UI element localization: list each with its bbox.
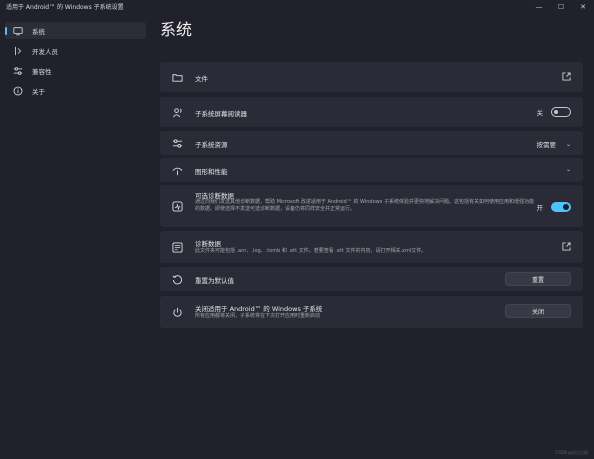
diagnostic-data-description: 此文件夹可能包括 .anr、.log、.tomb 和 .ett 文件。若要查看 … xyxy=(195,248,427,254)
shutdown-control: 关闭 xyxy=(505,304,571,318)
files-label: 文件 xyxy=(195,75,208,83)
minimize-button[interactable]: — xyxy=(528,0,550,13)
sidebar-item-label: 关于 xyxy=(32,87,45,96)
power-icon xyxy=(171,306,183,318)
monitor-icon xyxy=(12,25,24,37)
sidebar-item-system[interactable]: 系统 xyxy=(5,22,146,39)
diagnostics-icon xyxy=(171,200,183,212)
toggle-knob xyxy=(554,110,558,114)
screen-reader-icon xyxy=(171,106,183,118)
reset-icon xyxy=(171,273,183,285)
screen-reader-label: 子系统屏幕阅读器 xyxy=(195,110,247,118)
chevron-down-icon: ⌄ xyxy=(565,166,571,173)
sidebar-item-compatibility[interactable]: 兼容性 xyxy=(5,62,146,79)
minimize-icon: — xyxy=(535,2,543,11)
graphics-card[interactable]: 图形和性能 ⌄ xyxy=(160,158,583,182)
screen-reader-card: 子系统屏幕阅读器 关 xyxy=(160,97,583,127)
shutdown-label: 关闭适用于 Android™ 的 Windows 子系统 xyxy=(195,305,323,313)
toggle-state-label: 开 xyxy=(536,204,544,212)
files-card[interactable]: 文件 xyxy=(160,62,583,92)
close-window-button[interactable]: ✕ xyxy=(572,0,594,13)
screen-reader-toggle[interactable] xyxy=(551,107,571,117)
sidebar-item-label: 开发人员 xyxy=(32,47,58,56)
watermark: CSDN @旧日之痕 xyxy=(555,450,588,455)
resources-dropdown[interactable]: 按需要 ⌄ xyxy=(536,139,571,150)
open-external-icon[interactable] xyxy=(562,242,571,251)
open-external-icon[interactable] xyxy=(562,72,571,81)
chevron-down-icon: ⌄ xyxy=(565,140,571,148)
diagnostic-data-label: 诊断数据 xyxy=(195,240,221,248)
toggle-state-label: 关 xyxy=(536,109,544,117)
optional-diagnostics-toggle[interactable] xyxy=(551,202,571,212)
reset-button[interactable]: 重置 xyxy=(505,272,571,286)
folder-icon xyxy=(171,71,183,83)
diagnostic-data-icon xyxy=(171,241,183,253)
toggle-knob xyxy=(563,204,569,210)
optional-diagnostics-description: 通过向我们发送其他诊断数据，帮助 Microsoft 改进适用于 Android… xyxy=(195,199,534,212)
resources-label: 子系统资源 xyxy=(195,141,228,149)
optional-diagnostics-card: 可选诊断数据 通过向我们发送其他诊断数据，帮助 Microsoft 改进适用于 … xyxy=(160,185,583,227)
graphics-label: 图形和性能 xyxy=(195,168,228,176)
resources-card[interactable]: 子系统资源 按需要 ⌄ xyxy=(160,131,583,155)
sidebar-item-developer[interactable]: 开发人员 xyxy=(5,42,146,59)
reset-card: 重置为默认值 重置 xyxy=(160,267,583,291)
active-indicator xyxy=(5,27,7,35)
maximize-button[interactable]: ☐ xyxy=(550,0,572,13)
sidebar-item-about[interactable]: 关于 xyxy=(5,82,146,99)
info-icon xyxy=(12,85,24,97)
close-icon: ✕ xyxy=(580,2,586,11)
reset-control: 重置 xyxy=(505,272,571,286)
title-bar: 适用于 Android™ 的 Windows 子系统设置 — ☐ ✕ xyxy=(0,0,594,14)
graphics-expand[interactable]: ⌄ xyxy=(566,166,571,173)
diagnostic-data-card[interactable]: 诊断数据 此文件夹可能包括 .anr、.log、.tomb 和 .ett 文件。… xyxy=(160,231,583,263)
page-title: 系统 xyxy=(160,20,193,39)
graphics-icon xyxy=(171,164,183,176)
window-title: 适用于 Android™ 的 Windows 子系统设置 xyxy=(6,4,124,11)
shutdown-description: 所有应用都将关闭，子系统将在下次打开应用时重新启动 xyxy=(195,313,321,319)
shutdown-button[interactable]: 关闭 xyxy=(505,304,571,318)
resources-selected-value: 按需要 xyxy=(536,141,556,149)
developer-tools-icon xyxy=(12,45,24,57)
maximize-icon: ☐ xyxy=(557,2,565,11)
sliders-icon xyxy=(12,65,24,77)
optional-diagnostics-control: 开 xyxy=(536,202,571,212)
sidebar-item-label: 系统 xyxy=(32,27,45,36)
reset-label: 重置为默认值 xyxy=(195,277,234,285)
shutdown-card: 关闭适用于 Android™ 的 Windows 子系统 所有应用都将关闭，子系… xyxy=(160,296,583,328)
screen-reader-control: 关 xyxy=(536,107,571,117)
sliders-icon xyxy=(171,137,183,149)
sidebar-item-label: 兼容性 xyxy=(32,67,52,76)
